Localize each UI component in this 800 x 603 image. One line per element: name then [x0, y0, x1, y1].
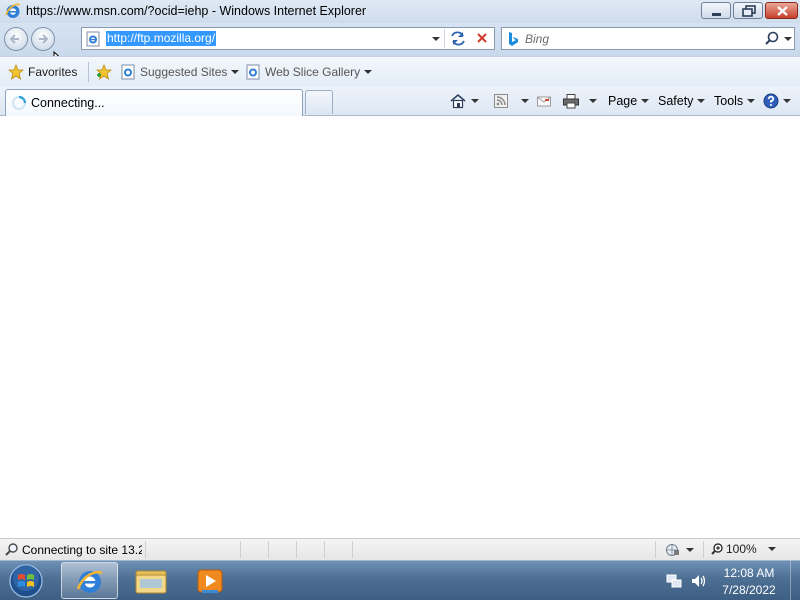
status-bar: Connecting to site 13.2 100% — [0, 538, 800, 560]
back-button[interactable] — [4, 27, 28, 51]
rss-feed-icon — [494, 94, 508, 108]
page-content[interactable] — [0, 116, 800, 538]
start-button[interactable] — [6, 562, 46, 600]
forward-arrow-icon — [39, 34, 49, 44]
divider — [324, 541, 325, 558]
chevron-down-icon — [641, 99, 650, 103]
divider — [240, 541, 241, 558]
chevron-down-icon — [231, 70, 240, 74]
folder-icon — [135, 570, 167, 594]
media-player-icon — [197, 569, 223, 593]
divider — [703, 541, 704, 558]
web-slice-gallery-link[interactable]: Web Slice Gallery — [245, 63, 373, 81]
close-button[interactable] — [765, 2, 798, 19]
restore-icon — [742, 5, 756, 17]
network-icon[interactable] — [666, 573, 682, 589]
read-mail-button[interactable] — [536, 92, 552, 110]
minimize-button[interactable] — [701, 2, 731, 19]
mail-icon — [537, 96, 551, 107]
forward-button[interactable] — [31, 27, 55, 51]
chevron-down-icon — [697, 99, 706, 103]
search-icon[interactable] — [762, 29, 782, 48]
minimize-icon — [712, 13, 721, 16]
restore-button[interactable] — [733, 2, 763, 19]
protected-mode-zone[interactable] — [664, 541, 696, 559]
zoom-icon — [711, 543, 723, 555]
web-slice-gallery-label: Web Slice Gallery — [265, 65, 361, 79]
address-dropdown-icon[interactable] — [430, 28, 442, 49]
tools-menu-label: Tools — [714, 94, 744, 108]
favorites-button[interactable]: Favorites — [8, 63, 77, 81]
divider — [655, 541, 656, 558]
back-arrow-icon — [9, 34, 19, 44]
ie-page-icon — [246, 64, 260, 80]
close-icon — [777, 6, 788, 16]
chevron-down-icon — [747, 99, 756, 103]
search-box[interactable]: Bing — [501, 27, 795, 50]
suggested-sites-link[interactable]: Suggested Sites — [120, 63, 240, 81]
tools-menu[interactable]: Tools — [714, 92, 756, 110]
page-menu[interactable]: Page — [608, 92, 650, 110]
star-icon — [8, 64, 24, 80]
address-input[interactable]: http://ftp.mozilla.org/ — [106, 31, 217, 46]
home-icon — [450, 94, 466, 109]
add-to-favorites-bar-button[interactable] — [95, 63, 117, 81]
chevron-down-icon[interactable] — [471, 99, 479, 103]
chevron-down-icon[interactable] — [768, 547, 776, 551]
taskbar-media-player[interactable] — [182, 562, 239, 599]
safety-menu[interactable]: Safety — [658, 92, 706, 110]
divider — [444, 29, 445, 48]
divider — [88, 62, 89, 82]
stop-icon[interactable] — [471, 28, 493, 49]
tab-label: Connecting... — [31, 96, 105, 110]
title-bar: https://www.msn.com/?ocid=iehp - Windows… — [0, 0, 800, 23]
print-button[interactable] — [562, 92, 597, 110]
navigation-bar: http://ftp.mozilla.org/ Bing — [0, 23, 800, 71]
magnifier-icon — [5, 543, 18, 556]
clock-date[interactable]: 7/28/2022 — [700, 583, 798, 597]
chevron-down-icon[interactable] — [589, 99, 597, 103]
globe-security-icon — [666, 544, 694, 556]
favorites-bar: Favorites Suggested Sites Web Slice Gall… — [0, 56, 800, 86]
favorites-label: Favorites — [28, 65, 78, 79]
status-text: Connecting to site 13.2 — [22, 543, 142, 557]
safety-menu-label: Safety — [658, 94, 694, 108]
help-icon — [763, 93, 779, 109]
window-title: https://www.msn.com/?ocid=iehp - Windows… — [26, 4, 367, 18]
chevron-down-icon — [783, 99, 791, 103]
show-desktop-button[interactable] — [790, 560, 800, 600]
search-input[interactable]: Bing — [525, 32, 549, 46]
taskbar-internet-explorer[interactable] — [61, 562, 118, 599]
suggested-sites-label: Suggested Sites — [140, 65, 228, 79]
chevron-down-icon[interactable] — [521, 99, 529, 103]
add-favorite-icon — [95, 64, 113, 80]
search-dropdown-icon[interactable] — [783, 29, 793, 48]
tab-row: Connecting... Page Safety Tools — [0, 86, 800, 116]
divider — [296, 541, 297, 558]
divider — [145, 541, 146, 558]
page-menu-label: Page — [608, 94, 638, 108]
home-button[interactable] — [449, 92, 479, 110]
tab-active[interactable]: Connecting... — [5, 89, 303, 116]
printer-icon — [563, 94, 579, 109]
ie-page-icon — [121, 64, 135, 80]
refresh-icon[interactable] — [446, 28, 470, 49]
help-button[interactable] — [763, 92, 791, 110]
zoom-level: 100% — [726, 542, 757, 556]
bing-icon — [509, 32, 518, 46]
taskbar-windows-explorer[interactable] — [122, 562, 179, 599]
address-bar[interactable]: http://ftp.mozilla.org/ — [81, 27, 495, 50]
zoom-control[interactable]: 100% — [710, 542, 757, 556]
ie-icon — [76, 570, 103, 593]
loading-spinner-icon — [11, 95, 27, 111]
divider — [268, 541, 269, 558]
clock-time[interactable]: 12:08 AM — [700, 566, 798, 580]
feeds-button[interactable] — [493, 92, 529, 110]
new-tab-button[interactable] — [305, 90, 333, 114]
ie-icon — [5, 3, 21, 18]
chevron-down-icon — [364, 70, 373, 74]
page-icon — [86, 31, 100, 47]
divider — [352, 541, 353, 558]
